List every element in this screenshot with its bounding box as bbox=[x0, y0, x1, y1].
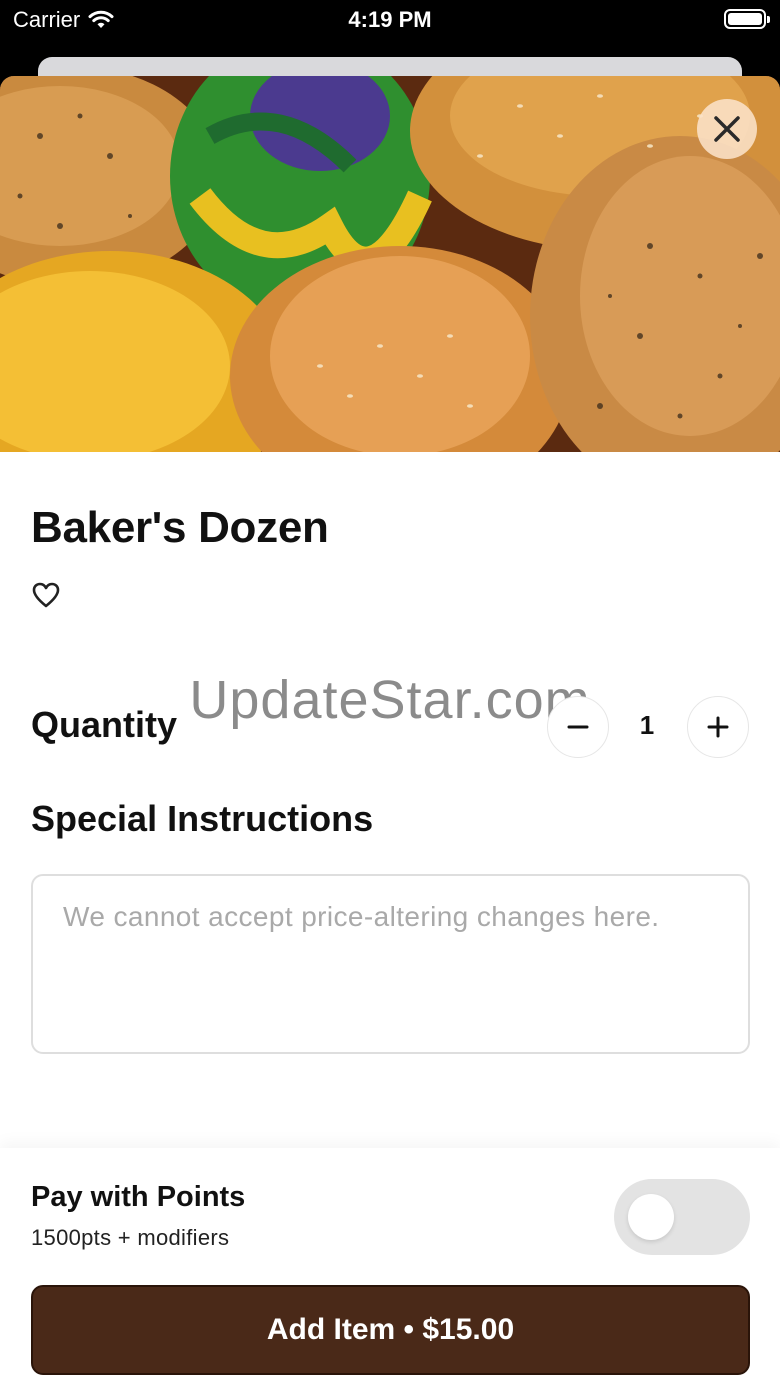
add-item-button[interactable]: Add Item • $15.00 bbox=[31, 1285, 750, 1375]
clock: 4:19 PM bbox=[348, 7, 432, 32]
special-instructions-input[interactable] bbox=[31, 874, 750, 1054]
item-image bbox=[0, 76, 780, 452]
status-bar: Carrier 4:19 PM bbox=[0, 0, 780, 40]
close-button[interactable] bbox=[697, 99, 757, 159]
quantity-value: 1 bbox=[639, 710, 655, 740]
toggle-knob bbox=[628, 1194, 674, 1240]
points-cost-label: 1500pts + modifiers bbox=[31, 1225, 230, 1250]
favorite-button[interactable] bbox=[31, 581, 61, 609]
pay-with-points-toggle[interactable] bbox=[614, 1179, 750, 1255]
heart-outline-icon bbox=[32, 582, 60, 608]
item-detail-sheet: Baker's Dozen UpdateStar.com Quantity 1 … bbox=[0, 76, 780, 1387]
decrease-quantity-button[interactable] bbox=[547, 696, 609, 758]
bagels-photo bbox=[0, 76, 780, 452]
increase-quantity-button[interactable] bbox=[687, 696, 749, 758]
quantity-label: Quantity bbox=[31, 704, 178, 745]
footer-bar: Pay with Points 1500pts + modifiers Add … bbox=[0, 1148, 780, 1387]
plus-icon bbox=[707, 716, 729, 738]
minus-icon bbox=[567, 725, 589, 729]
special-instructions-label: Special Instructions bbox=[31, 798, 374, 839]
close-icon bbox=[714, 116, 740, 142]
battery-icon bbox=[724, 9, 770, 29]
pay-with-points-label: Pay with Points bbox=[31, 1181, 246, 1213]
item-title: Baker's Dozen bbox=[31, 503, 329, 552]
